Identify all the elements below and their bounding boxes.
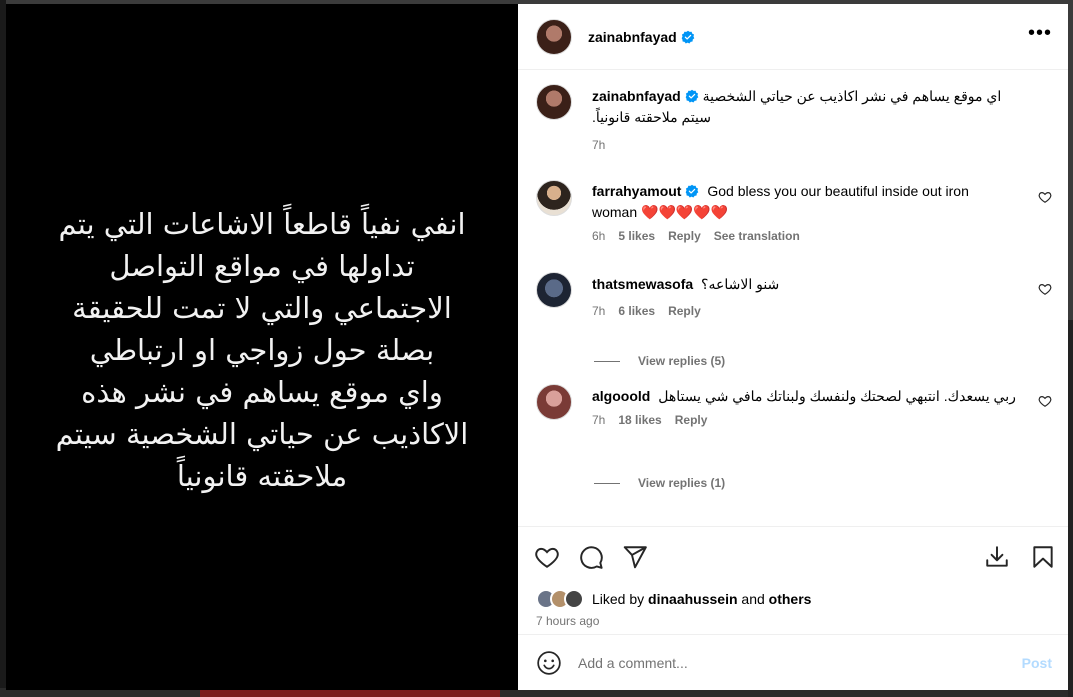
caption-time: 7h <box>592 138 606 152</box>
more-options-icon[interactable]: ••• <box>1028 23 1052 46</box>
commenter-avatar[interactable] <box>536 272 572 308</box>
backdrop-strip <box>200 689 500 697</box>
download-icon[interactable] <box>984 544 1010 570</box>
liked-by-row: Liked by dinaahussein and others <box>518 586 1068 612</box>
comment-item: farrahyamout God bless you our beautiful… <box>536 180 1052 272</box>
add-comment-bar: Post <box>518 634 1068 690</box>
post-header: zainabnfayad ••• <box>518 4 1068 70</box>
liked-by-middle: and <box>737 591 769 607</box>
comment-time: 7h <box>592 413 606 427</box>
view-replies-label: View replies (5) <box>638 354 726 368</box>
replies-divider <box>594 482 620 484</box>
reply-button[interactable]: Reply <box>668 304 701 318</box>
backdrop-strip <box>1068 320 1073 697</box>
author-username[interactable]: zainabnfayad <box>588 29 677 45</box>
like-comment-heart-icon[interactable] <box>1038 282 1052 296</box>
see-translation-button[interactable]: See translation <box>714 229 800 243</box>
replies-divider <box>594 360 620 362</box>
comment-likes[interactable]: 18 likes <box>618 413 661 427</box>
liker-avatar <box>564 589 584 609</box>
save-bookmark-icon[interactable] <box>1030 544 1056 570</box>
like-heart-icon[interactable] <box>534 544 560 570</box>
liked-by-others-link[interactable]: others <box>769 591 812 607</box>
commenter-avatar[interactable] <box>536 180 572 216</box>
comments-list[interactable]: zainabnfayad اي موقع يساهم في نشر اكاذيب… <box>518 70 1068 526</box>
commenter-username[interactable]: thatsmewasofa <box>592 276 693 292</box>
commenter-username[interactable]: farrahyamout <box>592 183 681 199</box>
liked-by-prefix: Liked by <box>592 591 649 607</box>
liked-by-text: Liked by dinaahussein and others <box>592 591 811 607</box>
comment-item: thatsmewasofa شنو الاشاعه؟ 7h 6 likes Re… <box>536 272 1052 342</box>
post-actions <box>518 526 1068 586</box>
verified-badge-icon <box>685 89 699 103</box>
commenter-avatar[interactable] <box>536 384 572 420</box>
reply-button[interactable]: Reply <box>675 413 708 427</box>
commenter-username[interactable]: algooold <box>592 388 650 404</box>
comment-time: 6h <box>592 229 606 243</box>
post-modal: انفي نفياً قاطعاً الاشاعات التي يتم تداو… <box>6 4 1068 690</box>
like-comment-heart-icon[interactable] <box>1038 394 1052 408</box>
like-comment-heart-icon[interactable] <box>1038 190 1052 204</box>
comment-time: 7h <box>592 304 606 318</box>
comment-text: شنو الاشاعه؟ <box>701 276 780 292</box>
comment-bubble-icon[interactable] <box>578 544 604 570</box>
liked-by-user-link[interactable]: dinaahussein <box>648 591 737 607</box>
author-avatar[interactable] <box>536 18 572 55</box>
post-time-ago: 7 hours ago <box>536 614 600 628</box>
post-comment-button[interactable]: Post <box>1022 655 1052 671</box>
comment-likes[interactable]: 6 likes <box>618 304 655 318</box>
caption: zainabnfayad اي موقع يساهم في نشر اكاذيب… <box>536 84 1052 180</box>
story-text: انفي نفياً قاطعاً الاشاعات التي يتم تداو… <box>55 207 469 493</box>
share-paper-plane-icon[interactable] <box>622 544 648 570</box>
view-replies-button[interactable]: View replies (1) <box>594 470 1052 496</box>
comment-input[interactable] <box>578 654 1022 671</box>
caption-avatar[interactable] <box>536 84 572 120</box>
post-media[interactable]: انفي نفياً قاطعاً الاشاعات التي يتم تداو… <box>6 4 518 690</box>
emoji-smiley-icon[interactable] <box>536 650 562 676</box>
comment-item: algooold ربي يسعدك. انتبهي لصحتك ولنفسك … <box>536 384 1052 470</box>
reply-button[interactable]: Reply <box>668 229 701 243</box>
comment-likes[interactable]: 5 likes <box>618 229 655 243</box>
caption-username[interactable]: zainabnfayad <box>592 88 681 104</box>
view-replies-button[interactable]: View replies (5) <box>594 342 1052 380</box>
post-side-panel: zainabnfayad ••• zainabnfayad اي موقع يس… <box>518 4 1068 690</box>
verified-badge-icon <box>686 184 699 198</box>
view-replies-label: View replies (1) <box>638 476 726 490</box>
comment-text: ربي يسعدك. انتبهي لصحتك ولنفسك ولبناتك م… <box>658 388 1016 404</box>
verified-badge-icon <box>681 30 695 43</box>
